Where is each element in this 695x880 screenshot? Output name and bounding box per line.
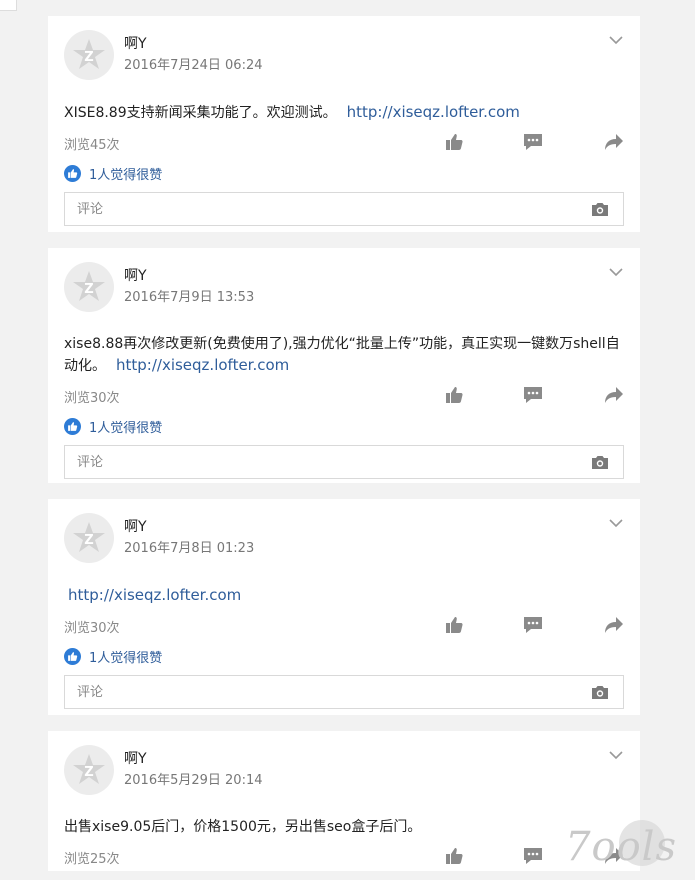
comment-input[interactable] xyxy=(75,446,591,478)
like-count[interactable]: 1人觉得很赞 xyxy=(89,647,162,666)
svg-text:Z: Z xyxy=(84,50,93,65)
svg-text:Z: Z xyxy=(84,282,93,297)
default-avatar-icon[interactable]: Z xyxy=(64,262,114,312)
post-card: Z 啊Y 2016年5月29日 20:14 出售xise9.05后门，价格150… xyxy=(48,731,640,871)
post-header: Z 啊Y 2016年7月24日 06:24 xyxy=(64,30,624,86)
post-text: 出售xise9.05后门，价格1500元，另出售seo盒子后门。 xyxy=(64,819,422,835)
chevron-down-icon[interactable] xyxy=(608,266,624,278)
thumbs-up-icon[interactable] xyxy=(444,846,464,866)
like-summary: 1人觉得很赞 xyxy=(64,417,624,436)
post-content: http://xiseqz.lofter.com xyxy=(64,585,624,607)
post-content: XISE8.89支持新闻采集功能了。欢迎测试。 http://xiseqz.lof… xyxy=(64,102,624,124)
post-date: 2016年7月8日 01:23 xyxy=(124,541,255,556)
chevron-down-icon[interactable] xyxy=(608,517,624,529)
window-corner xyxy=(0,0,17,11)
blue-like-icon xyxy=(64,647,81,665)
default-avatar-icon[interactable]: Z xyxy=(64,745,114,795)
comment-input[interactable] xyxy=(75,193,591,225)
view-count: 浏览30次 xyxy=(64,620,120,636)
comment-icon[interactable] xyxy=(523,132,543,152)
post-header: Z 啊Y 2016年7月9日 13:53 xyxy=(64,262,624,318)
comment-icon[interactable] xyxy=(523,385,543,405)
post-content: 出售xise9.05后门，价格1500元，另出售seo盒子后门。 xyxy=(64,817,624,838)
post-header: Z 啊Y 2016年7月8日 01:23 xyxy=(64,513,624,569)
comment-box xyxy=(64,445,624,479)
like-count[interactable]: 1人觉得很赞 xyxy=(89,417,162,436)
post-card: Z 啊Y 2016年7月8日 01:23 http://xiseqz.lofte… xyxy=(48,499,640,715)
share-icon[interactable] xyxy=(604,385,624,405)
username[interactable]: 啊Y xyxy=(124,267,254,285)
comment-icon[interactable] xyxy=(523,615,543,635)
post-link[interactable]: http://xiseqz.lofter.com xyxy=(68,586,241,604)
comment-icon[interactable] xyxy=(523,846,543,866)
comment-box xyxy=(64,675,624,709)
post-card: Z 啊Y 2016年7月24日 06:24 XISE8.89支持新闻采集功能了。… xyxy=(48,16,640,232)
blue-like-icon xyxy=(64,417,81,435)
post-stats: 浏览30次 xyxy=(64,381,624,411)
like-summary: 1人觉得很赞 xyxy=(64,164,624,183)
like-count[interactable]: 1人觉得很赞 xyxy=(89,164,162,183)
camera-icon[interactable] xyxy=(591,684,609,700)
svg-text:Z: Z xyxy=(84,533,93,548)
post-link[interactable]: http://xiseqz.lofter.com xyxy=(347,103,520,121)
post-content: xise8.88再次修改更新(免费使用了),强力优化“批量上传”功能，真正实现一… xyxy=(64,334,624,377)
view-count: 浏览45次 xyxy=(64,137,120,153)
view-count: 浏览30次 xyxy=(64,390,120,406)
camera-icon[interactable] xyxy=(591,454,609,470)
post-stats: 浏览25次 xyxy=(64,842,624,871)
thumbs-up-icon[interactable] xyxy=(444,615,464,635)
username[interactable]: 啊Y xyxy=(124,750,263,768)
svg-text:Z: Z xyxy=(84,765,93,780)
camera-icon[interactable] xyxy=(591,201,609,217)
post-stats: 浏览45次 xyxy=(64,128,624,158)
post-link[interactable]: http://xiseqz.lofter.com xyxy=(116,356,289,374)
thumbs-up-icon[interactable] xyxy=(444,385,464,405)
thumbs-up-icon[interactable] xyxy=(444,132,464,152)
username[interactable]: 啊Y xyxy=(124,35,263,53)
post-date: 2016年7月24日 06:24 xyxy=(124,58,263,73)
watermark-blot xyxy=(619,820,665,866)
share-icon[interactable] xyxy=(604,615,624,635)
default-avatar-icon[interactable]: Z xyxy=(64,513,114,563)
comment-box xyxy=(64,192,624,226)
post-card: Z 啊Y 2016年7月9日 13:53 xise8.88再次修改更新(免费使用… xyxy=(48,248,640,483)
view-count: 浏览25次 xyxy=(64,851,120,867)
default-avatar-icon[interactable]: Z xyxy=(64,30,114,80)
blue-like-icon xyxy=(64,164,81,182)
chevron-down-icon[interactable] xyxy=(608,34,624,46)
share-icon[interactable] xyxy=(604,132,624,152)
post-stats: 浏览30次 xyxy=(64,611,624,641)
post-header: Z 啊Y 2016年5月29日 20:14 xyxy=(64,745,624,801)
post-text: XISE8.89支持新闻采集功能了。欢迎测试。 xyxy=(64,105,337,121)
post-feed: Z 啊Y 2016年7月24日 06:24 XISE8.89支持新闻采集功能了。… xyxy=(48,16,640,871)
like-summary: 1人觉得很赞 xyxy=(64,647,624,666)
username[interactable]: 啊Y xyxy=(124,518,254,536)
post-date: 2016年7月9日 13:53 xyxy=(124,290,255,305)
chevron-down-icon[interactable] xyxy=(608,749,624,761)
comment-input[interactable] xyxy=(75,676,591,708)
post-date: 2016年5月29日 20:14 xyxy=(124,773,263,788)
